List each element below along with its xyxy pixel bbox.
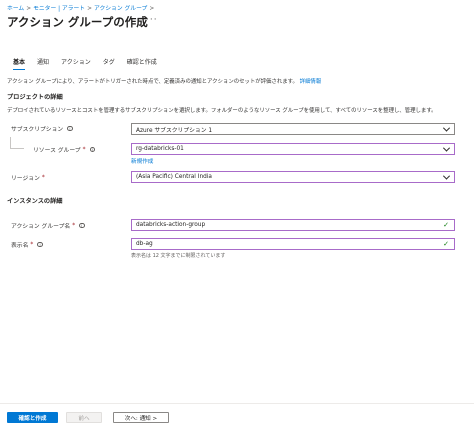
chevron-down-icon [442, 124, 451, 132]
page-description: アクション グループにより、アラートがトリガーされた時点で、定義済みの通知とアク… [7, 77, 321, 85]
tab-review-create[interactable]: 確認と作成 [127, 57, 157, 69]
instance-details-heading: インスタンスの詳細 [7, 198, 63, 205]
subscription-label: サブスクリプション i [11, 124, 73, 133]
chevron-down-icon [442, 144, 451, 152]
display-name-label-text: 表示名 [11, 243, 29, 249]
action-group-name-value: databricks-action-group [136, 222, 206, 228]
required-mark: * [41, 174, 45, 181]
action-group-name-input[interactable]: databricks-action-group ✓ [131, 219, 455, 231]
tab-bar: 基本 通知 アクション タグ 確認と作成 [13, 57, 157, 70]
project-details-description: デプロイされているリソースとコストを管理するサブスクリプションを選択します。フォ… [7, 108, 437, 114]
project-details-heading: プロジェクトの詳細 [7, 94, 63, 101]
review-create-button[interactable]: 確認と作成 [7, 412, 58, 423]
chevron-down-icon [442, 172, 451, 180]
learn-more-link[interactable]: 詳細情報 [300, 79, 322, 85]
resource-group-value: rg-databricks-01 [136, 146, 184, 152]
footer-divider [0, 403, 474, 404]
more-options-icon[interactable]: ··· [146, 15, 158, 25]
info-icon[interactable]: i [67, 125, 73, 132]
display-name-value: db-ag [136, 241, 153, 247]
breadcrumb-separator: > [87, 6, 92, 12]
resource-group-label: リソース グループ * i [33, 145, 95, 154]
info-icon[interactable]: i [37, 241, 43, 248]
checkmark-icon: ✓ [443, 221, 449, 229]
info-icon[interactable]: i [79, 222, 85, 229]
breadcrumb: ホーム > モニター | アラート > アクション グループ > [7, 3, 156, 12]
region-label-text: リージョン [11, 176, 40, 182]
page-title: アクション グループの作成 [7, 15, 148, 29]
breadcrumb-separator: > [26, 6, 32, 12]
tree-connector [10, 137, 11, 148]
tab-basics[interactable]: 基本 [13, 57, 26, 70]
required-mark: * [82, 146, 86, 153]
required-mark: * [30, 241, 34, 248]
action-group-name-label: アクション グループ名 * i [11, 221, 85, 230]
tree-connector [10, 148, 24, 149]
region-label: リージョン * [11, 173, 45, 183]
breadcrumb-home[interactable]: ホーム [7, 6, 24, 12]
info-icon[interactable]: i [89, 146, 95, 153]
next-notifications-button[interactable]: 次へ: 通知 > [113, 412, 169, 423]
region-value: (Asia Pacific) Central India [136, 174, 212, 180]
required-mark: * [72, 222, 76, 229]
subscription-value: Azure サブスクリプション 1 [136, 127, 213, 134]
breadcrumb-monitor-alerts[interactable]: モニター | アラート [33, 6, 85, 12]
breadcrumb-separator: > [149, 6, 155, 12]
display-name-input[interactable]: db-ag ✓ [131, 238, 455, 250]
subscription-label-text: サブスクリプション [11, 127, 64, 133]
description-text: アクション グループにより、アラートがトリガーされた時点で、定義済みの通知とアク… [7, 79, 298, 85]
tab-actions[interactable]: アクション [61, 57, 91, 69]
display-name-label: 表示名 * i [11, 240, 43, 249]
create-new-link[interactable]: 新規作成 [131, 157, 153, 165]
tab-tags[interactable]: タグ [103, 57, 115, 69]
resource-group-dropdown[interactable]: rg-databricks-01 [131, 143, 455, 155]
tab-notifications[interactable]: 通知 [37, 57, 49, 69]
display-name-hint: 表示名は 12 文字までに制限されています [131, 253, 226, 259]
action-group-name-label-text: アクション グループ名 [11, 224, 71, 230]
resource-group-label-text: リソース グループ [33, 148, 81, 154]
breadcrumb-action-groups[interactable]: アクション グループ [94, 6, 147, 12]
checkmark-icon: ✓ [443, 240, 449, 248]
region-dropdown[interactable]: (Asia Pacific) Central India [131, 171, 455, 183]
subscription-dropdown[interactable]: Azure サブスクリプション 1 [131, 123, 455, 135]
previous-button[interactable]: 前へ [66, 412, 102, 423]
